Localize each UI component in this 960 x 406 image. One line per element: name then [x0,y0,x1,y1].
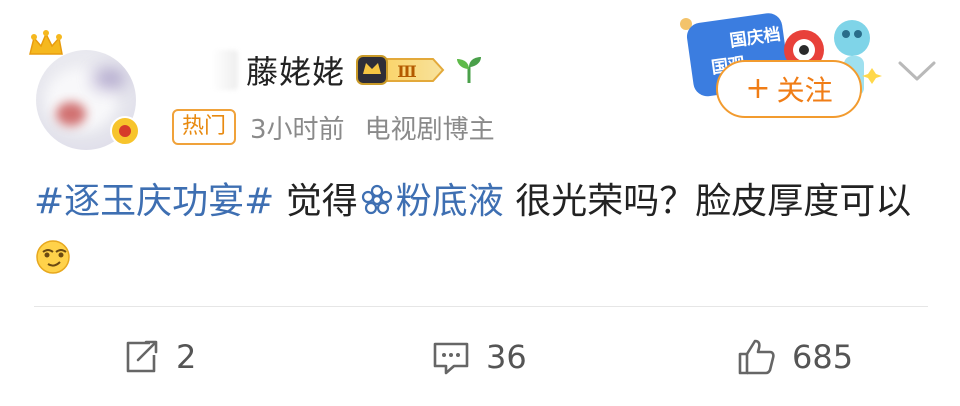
repost-count: 2 [176,338,197,376]
author-row: 藤姥姥 Ⅲ [212,48,485,92]
comment-icon [433,342,469,375]
like-button[interactable]: 685 [736,330,853,384]
content-text-1: 觉得 [274,181,358,222]
post-content: #逐玉庆功宴# 觉得 粉底液 很光荣吗？脸皮厚度可以 [34,174,934,286]
topic-link[interactable]: #逐玉庆功宴# [34,181,274,222]
action-bar: 2 36 685 [0,330,960,384]
divider [34,306,928,307]
flower-icon [361,184,392,215]
avatar[interactable] [26,28,146,150]
comment-button[interactable]: 36 [430,330,527,384]
vip-icon [110,116,140,146]
repost-icon [126,340,158,373]
repost-button[interactable]: 2 [120,330,196,384]
meta-row: 热门 3小时前 电视剧博主 [172,108,495,146]
author-name[interactable]: 藤姥姥 [246,47,345,93]
follow-label: 关注 [776,74,833,107]
sprout-icon [457,57,482,83]
like-count: 685 [792,338,854,376]
product-link-label: 粉底液 [395,181,504,222]
level-badge-icon[interactable]: Ⅲ [355,52,447,88]
hot-tag: 热门 [172,109,237,145]
content-text-2: 很光荣吗？脸皮厚度可以 [503,181,912,222]
plus-icon: + [745,71,771,106]
author-category: 电视剧博主 [364,114,495,145]
post-time: 3小时前 [250,114,345,145]
chevron-down-icon[interactable] [894,58,940,84]
thumbs-up-icon [738,339,775,375]
follow-button[interactable]: + 关注 [716,60,862,118]
smirk-emoji-icon [36,240,70,274]
product-link[interactable]: 粉底液 [358,181,504,222]
level-badge-text: Ⅲ [397,62,416,81]
name-redaction [212,50,238,90]
comment-count: 36 [486,338,527,376]
